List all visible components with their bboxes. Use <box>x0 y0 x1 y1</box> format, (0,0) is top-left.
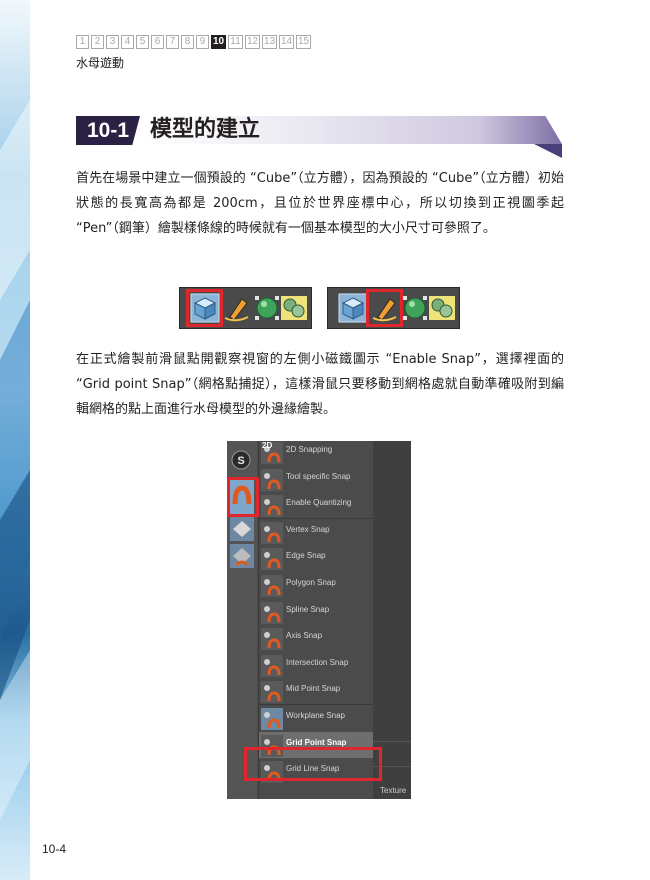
snap-menu-item-vertex-snap[interactable]: Vertex Snap <box>259 519 374 545</box>
paragraph-enable-snap: 在正式繪製前滑鼠點開觀察視窗的左側小磁鐵圖示 “Enable Snap”，選擇裡… <box>76 352 564 417</box>
strip-letter: S <box>237 455 244 467</box>
snap-menu-item-label: Axis Snap <box>286 631 323 640</box>
snap-magnet-icon <box>261 655 283 677</box>
snap-menu-item-label: Workplane Snap <box>286 711 345 720</box>
snapping-2d-badge: 2D <box>262 441 273 450</box>
section-title: 模型的建立 <box>150 117 261 142</box>
snap-magnet-icon <box>261 469 283 491</box>
side-decoration-band <box>0 0 30 880</box>
snap-menu-item-tool-specific-snap[interactable]: Tool specific Snap <box>259 466 374 492</box>
paragraph-cube-setup: 首先在場景中建立一個預設的 “Cube”（立方體），因為預設的 “Cube”（立… <box>76 171 564 236</box>
cube-icon <box>338 293 368 323</box>
snap-menu: 2D Snapping Tool specific Snap Enable Quan… <box>258 441 374 799</box>
snap-menu-item-label: Enable Quantizing <box>286 498 352 507</box>
viewport-gridline <box>373 741 411 742</box>
page-number: 10-4 <box>42 842 67 856</box>
chapter-nav-item-5: 5 <box>136 35 149 49</box>
sphere-icon <box>255 296 279 320</box>
snap-menu-item-intersection-snap[interactable]: Intersection Snap <box>259 652 374 678</box>
snap-menu-item-label: Grid Point Snap <box>286 738 347 747</box>
toolbar-screenshot-pen <box>327 287 460 329</box>
snap-menu-item-enable-quantizing[interactable]: Enable Quantizing <box>259 492 374 518</box>
snap-menu-item-label: Spline Snap <box>286 605 330 614</box>
spline-icon <box>281 296 307 320</box>
chapter-nav-item-12: 12 <box>245 35 260 49</box>
snap-magnet-icon <box>261 602 283 624</box>
snap-menu-item-mid-point-snap[interactable]: Mid Point Snap <box>259 678 374 704</box>
cube-highlight-box <box>186 289 223 327</box>
snap-magnet-icon <box>261 708 283 730</box>
chapter-navigation: 1 2 3 4 5 6 7 8 9 10 11 12 13 14 15 <box>76 35 311 49</box>
section-number: 10-1 <box>76 116 140 145</box>
snap-menu-item-label: Vertex Snap <box>286 525 330 534</box>
chapter-nav-item-4: 4 <box>121 35 134 49</box>
chapter-nav-item-15: 15 <box>296 35 311 49</box>
texture-tab-label: Texture <box>380 786 407 795</box>
chapter-nav-item-14: 14 <box>279 35 294 49</box>
snap-menu-item-label: Edge Snap <box>286 551 326 560</box>
snap-magnet-icon <box>261 548 283 570</box>
snap-menu-item-edge-snap[interactable]: Edge Snap <box>259 545 374 571</box>
snap-menu-item-label: Mid Point Snap <box>286 684 341 693</box>
chapter-title: 水母遊動 <box>76 56 125 70</box>
toolbar-screenshot-cube <box>179 287 312 329</box>
chapter-nav-item-7: 7 <box>166 35 179 49</box>
pen-icon <box>224 298 249 322</box>
chapter-nav-item-2: 2 <box>91 35 104 49</box>
snap-magnet-icon <box>261 575 283 597</box>
sphere-icon <box>403 296 427 320</box>
chapter-nav-item-6: 6 <box>151 35 164 49</box>
snap-menu-item-label: 2D Snapping <box>286 445 333 454</box>
band-pattern <box>0 100 30 820</box>
snap-magnet-icon <box>261 681 283 703</box>
chapter-nav-item-1: 1 <box>76 35 89 49</box>
chapter-nav-item-13: 13 <box>262 35 277 49</box>
enable-snap-highlight <box>227 477 259 517</box>
section-heading-tail <box>534 144 562 158</box>
snap-magnet-icon <box>261 495 283 517</box>
snap-menu-screenshot: S 2D Snapping Tool specific Snap Enable Qu… <box>227 441 411 799</box>
grid-point-snap-highlight <box>244 747 382 781</box>
snap-menu-item-spline-snap[interactable]: Spline Snap <box>259 599 374 625</box>
snap-menu-item-label: Polygon Snap <box>286 578 336 587</box>
snap-menu-item-workplane-snap[interactable]: Workplane Snap <box>259 705 374 731</box>
chapter-nav-item-3: 3 <box>106 35 119 49</box>
chapter-nav-item-9: 9 <box>196 35 209 49</box>
snap-magnet-icon <box>261 522 283 544</box>
snap-menu-item-label: Tool specific Snap <box>286 472 351 481</box>
snap-menu-item-label: Intersection Snap <box>286 658 349 667</box>
chapter-nav-item-8: 8 <box>181 35 194 49</box>
snap-menu-item-polygon-snap[interactable]: Polygon Snap <box>259 572 374 598</box>
snap-magnet-icon <box>261 628 283 650</box>
chapter-nav-item-11: 11 <box>228 35 243 49</box>
snap-menu-item-2d-snapping[interactable]: 2D Snapping <box>259 441 374 465</box>
viewport-pane <box>373 441 411 799</box>
spline-icon <box>429 296 455 320</box>
section-heading: 10-1 模型的建立 <box>76 116 562 158</box>
snap-menu-item-axis-snap[interactable]: Axis Snap <box>259 625 374 651</box>
pen-highlight-box <box>366 289 403 327</box>
chapter-nav-item-10: 10 <box>211 35 226 49</box>
